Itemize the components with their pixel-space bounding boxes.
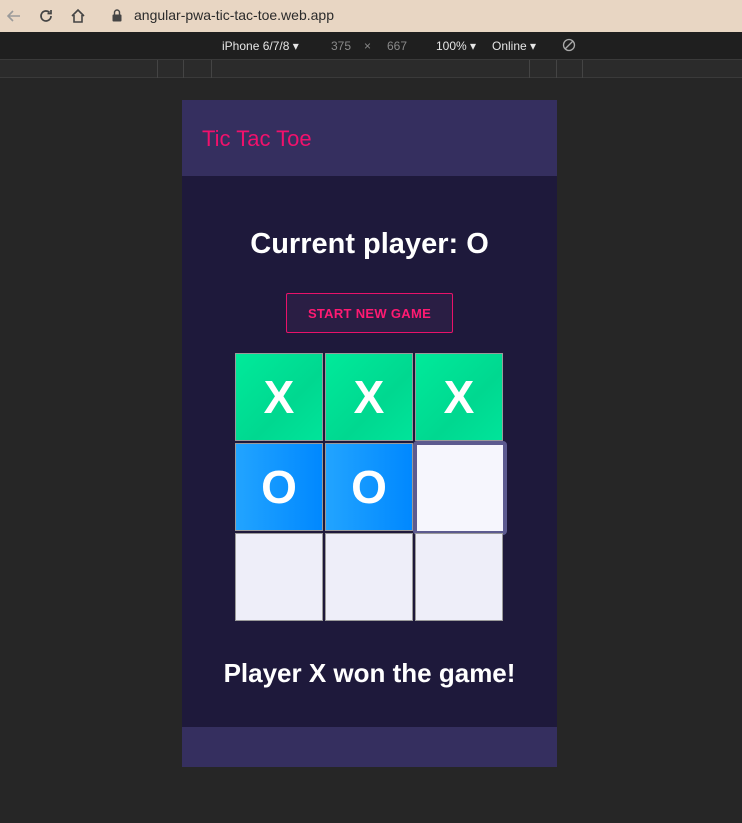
device-select-label: iPhone 6/7/8 [222, 39, 290, 53]
rotate-icon[interactable] [562, 38, 576, 55]
game-status-message: Player X won the game! [223, 658, 516, 688]
app-header: Tic Tac Toe [182, 100, 557, 176]
current-player-heading: Current player: O [250, 228, 489, 260]
ruler-tick [211, 60, 212, 78]
network-select[interactable]: Online ▾ [492, 39, 536, 53]
network-select-label: Online [492, 39, 527, 53]
app-footer [182, 727, 557, 767]
media-query-ruler [0, 60, 742, 78]
board-cell-8[interactable] [325, 533, 413, 621]
device-toolbar: iPhone 6/7/8 ▾ 375 × 667 100% ▾ Online ▾ [0, 32, 742, 60]
board-cell-5[interactable]: O [325, 443, 413, 531]
board-cell-6[interactable] [413, 441, 507, 535]
ruler-tick [582, 60, 583, 78]
width-field[interactable]: 375 [331, 39, 351, 53]
ruler-tick [157, 60, 158, 78]
board-cell-2[interactable]: X [325, 353, 413, 441]
ruler-tick [183, 60, 184, 78]
game-board: X X X O O [235, 353, 507, 623]
ruler-tick [529, 60, 530, 78]
chevron-down-icon: ▾ [292, 39, 299, 53]
app-viewport: Tic Tac Toe Current player: O START NEW … [182, 100, 557, 767]
dimension-separator: × [364, 39, 372, 53]
board-cell-4[interactable]: O [235, 443, 323, 531]
board-cell-1[interactable]: X [235, 353, 323, 441]
home-icon[interactable] [68, 6, 88, 26]
device-select[interactable]: iPhone 6/7/8 ▾ [222, 39, 299, 53]
zoom-select-label: 100% [436, 39, 467, 53]
back-arrow-icon[interactable] [4, 6, 24, 26]
reload-icon[interactable] [36, 6, 56, 26]
board-cell-9[interactable] [415, 533, 503, 621]
lock-icon [112, 9, 122, 22]
zoom-select[interactable]: 100% ▾ [436, 39, 476, 53]
app-title: Tic Tac Toe [202, 126, 312, 151]
url-field[interactable]: angular-pwa-tic-tac-toe.web.app [134, 7, 334, 23]
board-cell-3[interactable]: X [415, 353, 503, 441]
browser-toolbar: angular-pwa-tic-tac-toe.web.app [0, 0, 742, 32]
start-new-game-button[interactable]: START NEW GAME [286, 293, 453, 333]
board-cell-7[interactable] [235, 533, 323, 621]
chevron-down-icon: ▾ [530, 39, 537, 53]
chevron-down-icon: ▾ [470, 39, 477, 53]
ruler-tick [556, 60, 557, 78]
height-field[interactable]: 667 [387, 39, 407, 53]
